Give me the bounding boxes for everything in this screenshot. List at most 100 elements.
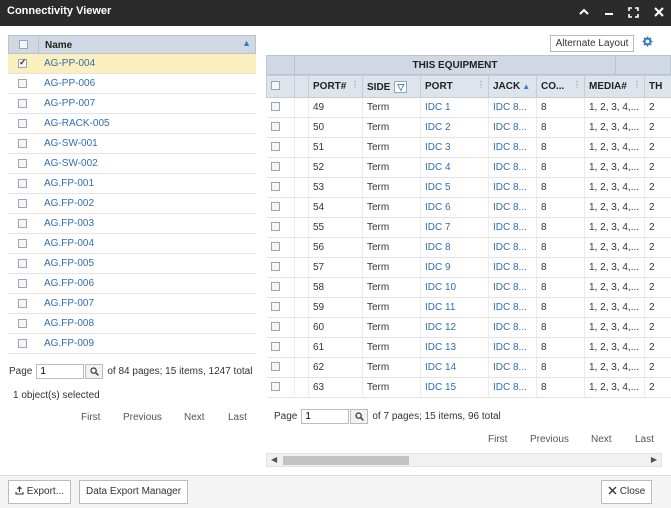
equipment-link[interactable]: AG-PP-007 [44,98,95,109]
row-checkbox[interactable] [270,341,280,351]
row-checkbox[interactable] [270,281,280,291]
scroll-left-icon[interactable]: ◀ [271,455,277,464]
cell-jack[interactable]: IDC 8... [488,157,537,178]
cell-port[interactable]: IDC 15 [420,377,489,398]
column-menu-icon[interactable]: ⋮ [351,80,359,89]
equipment-link[interactable]: AG.FP-002 [44,198,94,209]
cell-port[interactable]: IDC 10 [420,277,489,298]
row-checkbox[interactable] [18,219,27,228]
equipment-link[interactable]: AG-SW-002 [44,158,98,169]
column-header-port[interactable]: PORT ⋮ [420,75,489,98]
table-row[interactable]: 55 Term IDC 7 IDC 8... 8 1, 2, 3, 4,... 2 [266,217,671,238]
table-row[interactable]: 59 Term IDC 11 IDC 8... 8 1, 2, 3, 4,... 2 [266,297,671,318]
scroll-right-icon[interactable]: ▶ [651,455,657,464]
sort-ascending-icon[interactable]: ▲ [242,38,251,48]
select-all-rows-checkbox[interactable] [271,80,280,90]
cell-jack[interactable]: IDC 8... [488,317,537,338]
cell-jack[interactable]: IDC 8... [488,97,537,118]
row-checkbox[interactable] [18,319,27,328]
row-checkbox[interactable] [18,239,27,248]
row-checkbox[interactable] [270,301,280,311]
cell-port[interactable]: IDC 6 [420,197,489,218]
list-item[interactable]: AG.FP-003 [8,214,256,234]
cell-jack[interactable]: IDC 8... [488,177,537,198]
export-button[interactable]: Export... [8,480,72,504]
cell-jack[interactable]: IDC 8... [488,237,537,258]
scrollbar-thumb[interactable] [283,456,409,465]
table-row[interactable]: 57 Term IDC 9 IDC 8... 8 1, 2, 3, 4,... 2 [266,257,671,278]
minimize-icon[interactable] [602,5,615,19]
previous-page-link[interactable]: Previous [530,434,569,445]
row-checkbox[interactable] [18,57,27,68]
row-checkbox[interactable] [18,99,27,108]
cell-port[interactable]: IDC 8 [420,237,489,258]
list-item[interactable]: AG.FP-007 [8,294,256,314]
alternate-layout-button[interactable]: Alternate Layout [550,35,634,52]
table-row[interactable]: 60 Term IDC 12 IDC 8... 8 1, 2, 3, 4,... 2 [266,317,671,338]
row-checkbox[interactable] [270,101,280,111]
row-checkbox[interactable] [18,339,27,348]
row-checkbox[interactable] [18,119,27,128]
cell-jack[interactable]: IDC 8... [488,217,537,238]
list-item[interactable]: AG.FP-004 [8,234,256,254]
row-checkbox[interactable] [18,199,27,208]
close-button[interactable]: Close [601,480,653,504]
row-checkbox[interactable] [270,381,280,391]
search-icon[interactable] [350,409,369,424]
table-row[interactable]: 58 Term IDC 10 IDC 8... 8 1, 2, 3, 4,... 2 [266,277,671,298]
table-row[interactable]: 61 Term IDC 13 IDC 8... 8 1, 2, 3, 4,... 2 [266,337,671,358]
table-row[interactable]: 51 Term IDC 3 IDC 8... 8 1, 2, 3, 4,... 2 [266,137,671,158]
row-checkbox[interactable] [18,159,27,168]
table-row[interactable]: 63 Term IDC 15 IDC 8... 8 1, 2, 3, 4,... 2 [266,377,671,398]
column-header-th[interactable]: TH [644,75,671,98]
last-page-link[interactable]: Last [635,434,654,445]
close-icon[interactable] [652,5,665,19]
list-item[interactable]: AG.FP-001 [8,174,256,194]
search-icon[interactable] [85,364,104,379]
page-input[interactable] [36,364,85,379]
cell-port[interactable]: IDC 7 [420,217,489,238]
previous-page-link[interactable]: Previous [123,412,162,423]
row-checkbox[interactable] [270,201,280,211]
row-checkbox[interactable] [270,321,280,331]
column-header-jack[interactable]: JACK ▲ [488,75,537,98]
row-checkbox[interactable] [18,139,27,148]
list-item[interactable]: AG-PP-006 [8,74,256,94]
equipment-link[interactable]: AG.FP-006 [44,278,94,289]
table-row[interactable]: 52 Term IDC 4 IDC 8... 8 1, 2, 3, 4,... 2 [266,157,671,178]
cell-jack[interactable]: IDC 8... [488,357,537,378]
table-row[interactable]: 56 Term IDC 8 IDC 8... 8 1, 2, 3, 4,... 2 [266,237,671,258]
cell-port[interactable]: IDC 1 [420,97,489,118]
list-item[interactable]: AG-PP-004 [8,54,256,74]
cell-jack[interactable]: IDC 8... [488,137,537,158]
list-item[interactable]: AG-SW-002 [8,154,256,174]
cell-port[interactable]: IDC 12 [420,317,489,338]
row-checkbox[interactable] [270,161,280,171]
cell-port[interactable]: IDC 9 [420,257,489,278]
collapse-icon[interactable] [577,5,590,19]
equipment-link[interactable]: AG.FP-001 [44,178,94,189]
equipment-link[interactable]: AG-RACK-005 [44,118,110,129]
table-row[interactable]: 53 Term IDC 5 IDC 8... 8 1, 2, 3, 4,... 2 [266,177,671,198]
table-row[interactable]: 54 Term IDC 6 IDC 8... 8 1, 2, 3, 4,... 2 [266,197,671,218]
row-checkbox[interactable] [18,259,27,268]
row-checkbox[interactable] [270,261,280,271]
table-row[interactable]: 49 Term IDC 1 IDC 8... 8 1, 2, 3, 4,... 2 [266,97,671,118]
column-header-media-number[interactable]: MEDIA# ⋮ [584,75,645,98]
equipment-link[interactable]: AG.FP-005 [44,258,94,269]
cell-jack[interactable]: IDC 8... [488,337,537,358]
maximize-icon[interactable] [627,5,640,19]
row-checkbox[interactable] [18,79,27,88]
column-menu-icon[interactable]: ⋮ [573,80,581,89]
equipment-link[interactable]: AG.FP-008 [44,318,94,329]
column-menu-icon[interactable]: ⋮ [633,80,641,89]
first-page-link[interactable]: First [81,412,100,423]
row-checkbox[interactable] [270,181,280,191]
cell-jack[interactable]: IDC 8... [488,257,537,278]
list-item[interactable]: AG.FP-006 [8,274,256,294]
list-item[interactable]: AG.FP-008 [8,314,256,334]
column-menu-icon[interactable]: ⋮ [477,80,485,89]
row-checkbox[interactable] [18,179,27,188]
column-header-port-number[interactable]: PORT# ⋮ [308,75,363,98]
cell-port[interactable]: IDC 14 [420,357,489,378]
